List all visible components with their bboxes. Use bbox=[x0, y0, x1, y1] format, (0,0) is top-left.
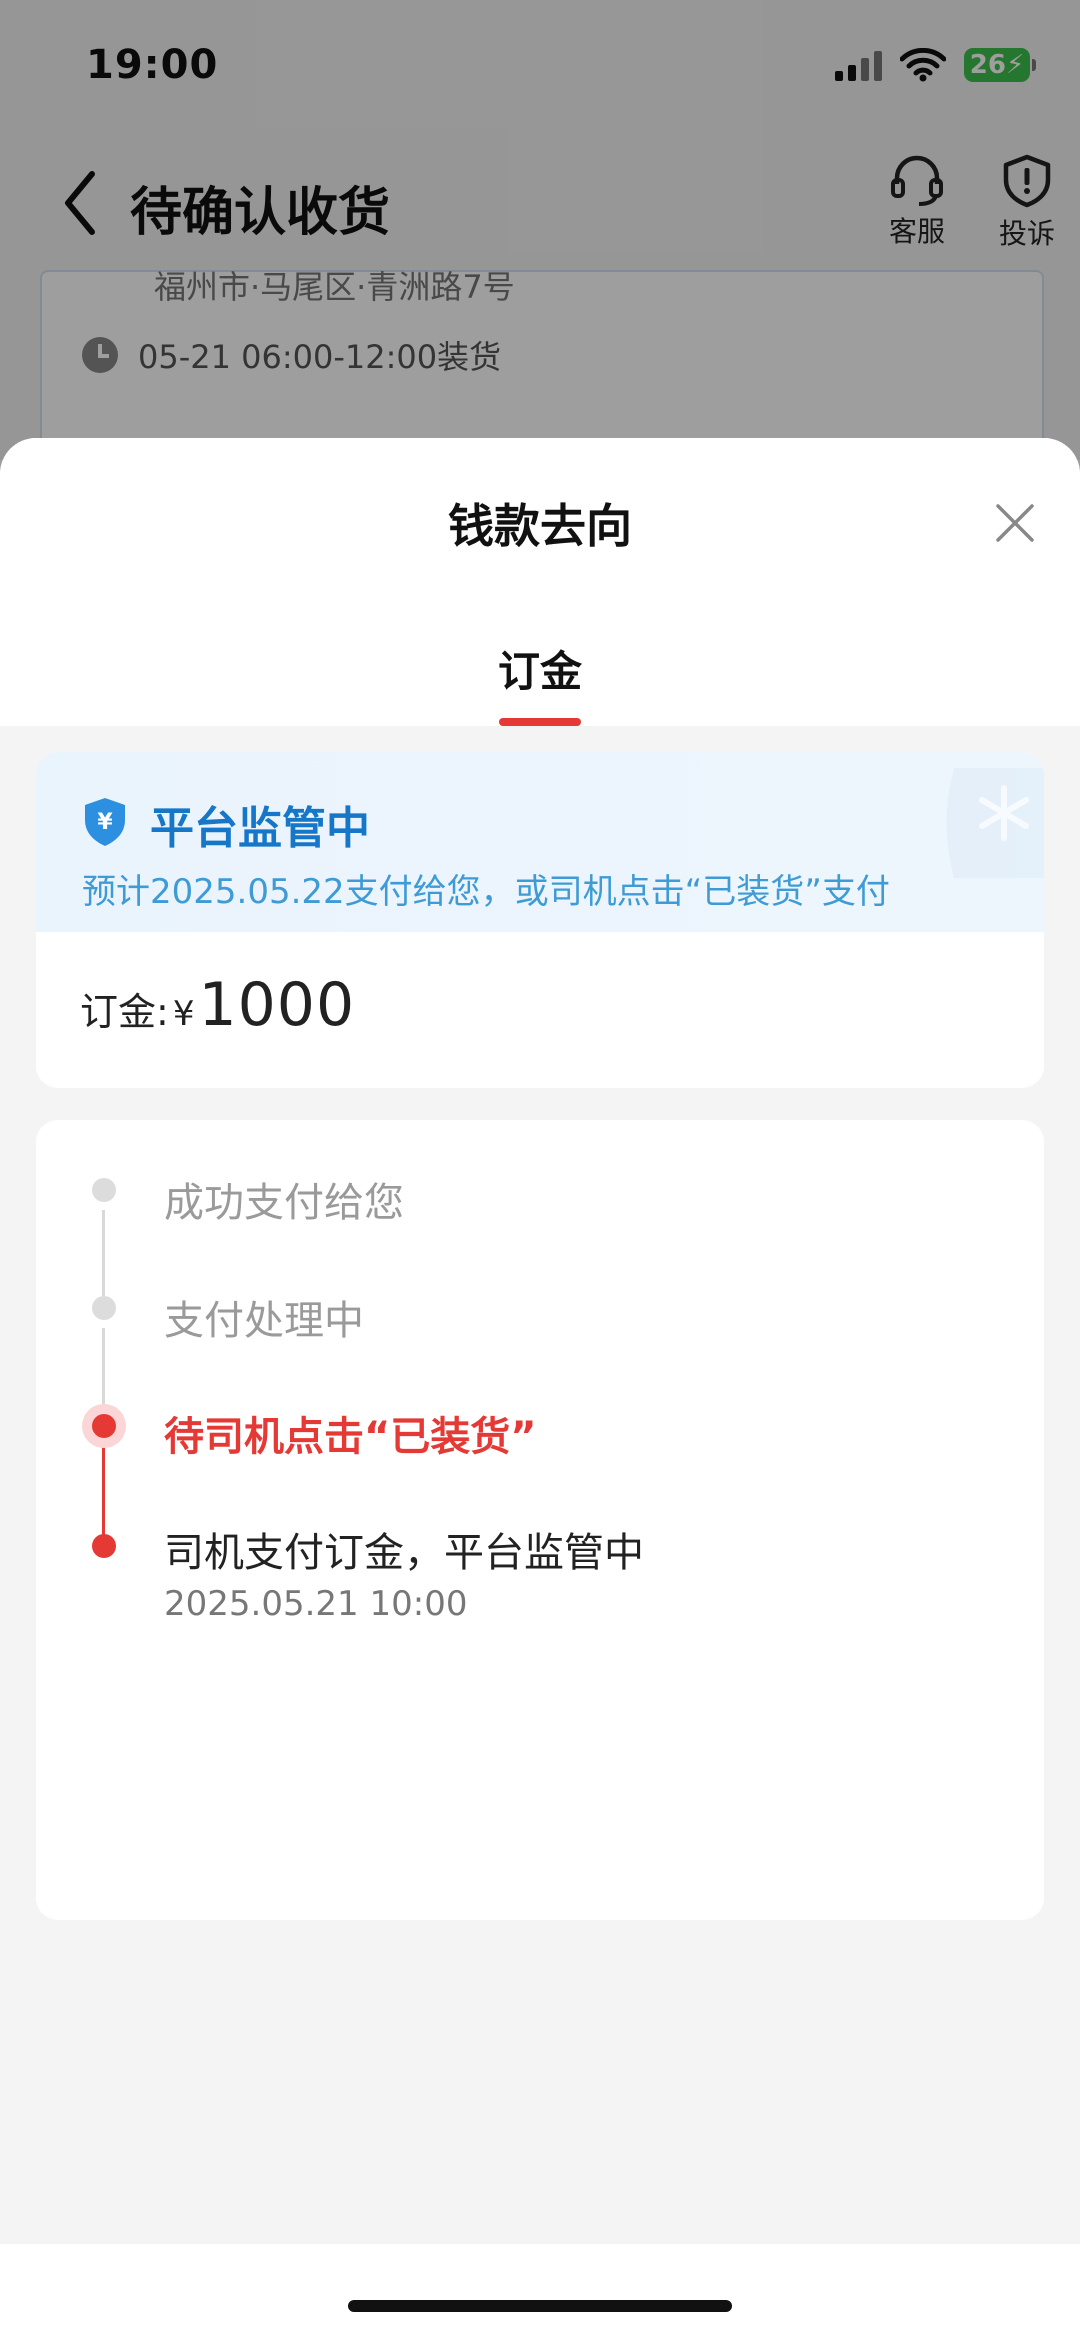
timeline-step-time: 2025.05.21 10:00 bbox=[164, 1584, 468, 1624]
deposit-amount-row: 订金: ¥ 1000 bbox=[80, 970, 355, 1040]
timeline-step-text: 成功支付给您 bbox=[164, 1180, 404, 1226]
svg-text:¥: ¥ bbox=[97, 810, 113, 835]
timeline-dot bbox=[92, 1296, 116, 1320]
tab-deposit[interactable]: 订金 bbox=[0, 638, 1080, 699]
timeline-connector bbox=[102, 1446, 105, 1546]
sheet-header: 钱款去向 订金 bbox=[0, 438, 1080, 726]
payment-flow-sheet: 钱款去向 订金 ¥ 平台监管中 预计2025.05.22支付给您，或司机点击“已… bbox=[0, 438, 1080, 2337]
currency-symbol: ¥ bbox=[172, 994, 195, 1034]
escrow-status-title: 平台监管中 bbox=[150, 803, 370, 854]
tab-active-indicator bbox=[499, 718, 581, 726]
timeline-dot-current bbox=[92, 1414, 116, 1438]
payment-timeline: 成功支付给您 支付处理中 待司机点击“已装货” 司机支付订金，平台监管中 202… bbox=[36, 1120, 1044, 1920]
yuan-shield-icon: ¥ bbox=[85, 798, 125, 846]
timeline-connector bbox=[102, 1328, 105, 1414]
timeline-connector bbox=[102, 1210, 105, 1296]
deposit-label: 订金: bbox=[80, 990, 169, 1034]
deposit-amount: 1000 bbox=[198, 970, 356, 1040]
timeline-step-text: 司机支付订金，平台监管中 bbox=[164, 1530, 644, 1576]
home-indicator[interactable] bbox=[348, 2300, 732, 2312]
modal-overlay[interactable] bbox=[0, 0, 1080, 460]
sheet-title: 钱款去向 bbox=[448, 499, 632, 553]
escrow-status-desc: 预计2025.05.22支付给您，或司机点击“已装货”支付 bbox=[82, 872, 890, 912]
timeline-step-text-current: 待司机点击“已装货” bbox=[164, 1414, 537, 1460]
deposit-card: ¥ 平台监管中 预计2025.05.22支付给您，或司机点击“已装货”支付 订金… bbox=[36, 752, 1044, 1088]
background-page: 19:00 26 ⚡ 待确认收货 客服 投诉 福州市·马尾区·青洲路7号 05-… bbox=[0, 0, 1080, 474]
snowflake-decoration-icon bbox=[946, 768, 1044, 878]
home-area bbox=[0, 2244, 1080, 2337]
timeline-dot-done bbox=[92, 1534, 116, 1558]
escrow-banner: ¥ 平台监管中 预计2025.05.22支付给您，或司机点击“已装货”支付 bbox=[36, 752, 1044, 932]
timeline-step-text: 支付处理中 bbox=[164, 1298, 364, 1344]
timeline-dot bbox=[92, 1178, 116, 1202]
close-icon[interactable] bbox=[990, 498, 1040, 548]
